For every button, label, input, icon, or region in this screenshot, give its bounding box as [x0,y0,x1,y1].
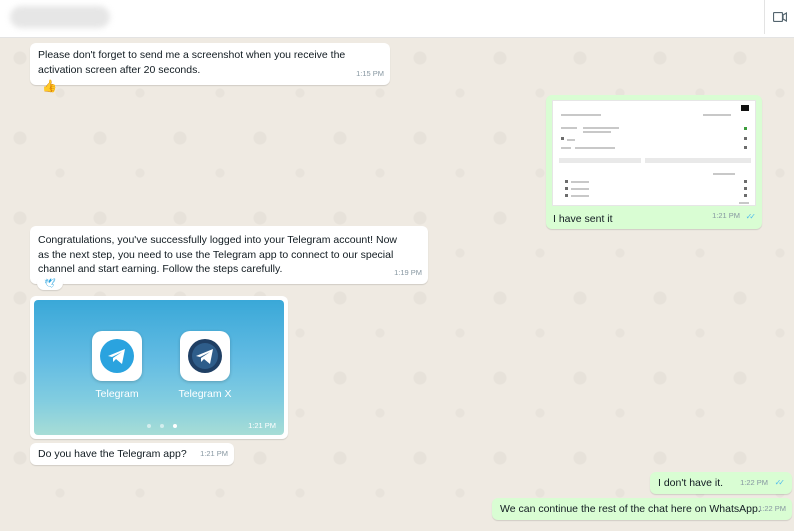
message-outgoing[interactable]: I don't have it. 1:22 PM ✓✓ [650,472,792,494]
message-time: 1:22 PM [740,477,768,487]
carousel-dot-active[interactable] [173,424,177,428]
message-text: Congratulations, you've successfully log… [38,234,398,275]
message-text: We can continue the rest of the chat her… [500,503,761,515]
message-time: 1:19 PM [394,267,422,277]
message-time: 1:21 PM [248,421,276,430]
carousel-dot[interactable] [160,424,164,428]
screenshot-thumbnail[interactable] [552,100,756,206]
message-time: 1:21 PM [200,448,228,458]
message-outgoing-image[interactable]: I have sent it 1:21 PM ✓✓ [546,95,762,229]
telegram-app-icon [92,331,142,381]
message-time: 1:15 PM [356,68,384,78]
thumbs-up-reaction-icon[interactable]: 👍 [42,79,57,93]
contact-name-blurred[interactable] [10,6,110,28]
video-call-button[interactable] [764,0,794,34]
read-ticks-icon: ✓✓ [774,477,786,487]
read-ticks-icon: ✓✓ [745,211,757,221]
app-label: Telegram X [178,388,232,400]
bird-reaction-icon: 🕊 [44,277,56,288]
carousel-dot[interactable] [147,424,151,428]
message-time: 1:21 PM [712,210,740,220]
reaction-badge[interactable]: 🕊 [37,276,63,290]
app-label: Telegram [95,388,139,400]
telegram-apps-image[interactable]: Telegram Telegram X 1:21 PM [34,300,284,435]
message-text: Please don't forget to send me a screens… [38,49,346,76]
telegram-x-app-icon [180,331,230,381]
message-text: I have sent it [553,213,613,225]
message-incoming[interactable]: Please don't forget to send me a screens… [30,43,390,85]
message-text: I don't have it. [658,477,724,489]
message-text: Do you have the Telegram app? [38,448,187,460]
chat-header [0,0,794,38]
message-outgoing[interactable]: We can continue the rest of the chat her… [492,498,792,520]
message-incoming[interactable]: Congratulations, you've successfully log… [30,226,428,284]
message-incoming[interactable]: Do you have the Telegram app? 1:21 PM [30,443,234,465]
video-camera-icon [772,12,787,22]
message-time: 1:22 PM [758,503,786,513]
